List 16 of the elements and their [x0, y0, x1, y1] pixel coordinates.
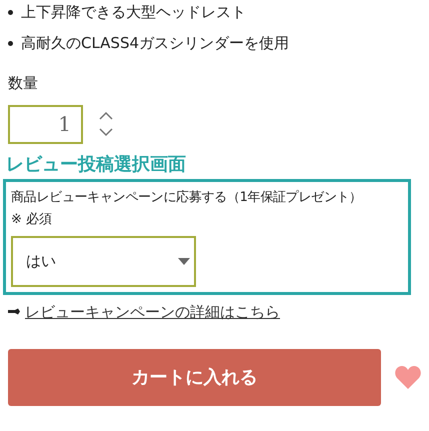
question-text: 商品レビューキャンペーンに応募する（1年保証プレゼント）: [11, 188, 362, 206]
bullet-icon: [8, 40, 13, 46]
pen-icon: [8, 308, 20, 316]
dropdown-caret-icon: [178, 258, 190, 264]
quantity-field[interactable]: 1: [8, 104, 83, 144]
select-field[interactable]: はい: [11, 236, 196, 286]
required-note: ※ 必須: [11, 211, 52, 229]
bullet-icon: [8, 10, 13, 14]
add-to-cart-button[interactable]: カートに入れる: [8, 349, 381, 406]
feature-text: 上下昇降できる大型ヘッドレスト: [21, 2, 246, 23]
details-link[interactable]: レビューキャンペーンの詳細はこちら: [25, 300, 280, 323]
decrement-icon[interactable]: [99, 128, 113, 137]
section-heading: レビュー投稿選択画面: [6, 154, 186, 176]
quantity-label: 数量: [8, 73, 38, 94]
feature-text: 高耐久のCLASS4ガスシリンダーを使用: [21, 32, 290, 54]
increment-icon[interactable]: [99, 111, 113, 120]
